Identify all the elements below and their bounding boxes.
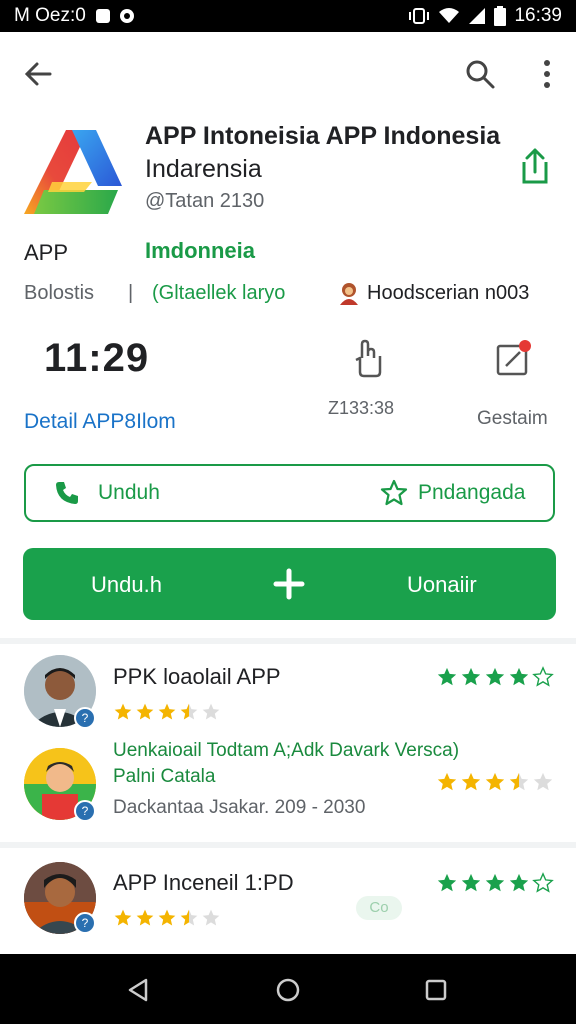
detail-link[interactable]: Detail APP8Ilom [24, 410, 176, 434]
star-filled-icon [461, 873, 481, 892]
app-title: APP Intoneisia APP Indonesia [145, 122, 501, 150]
developer-avatar-icon [340, 283, 358, 305]
section-divider [0, 842, 576, 848]
edit-note-icon[interactable] [494, 338, 534, 380]
meta-separator: | [128, 282, 134, 304]
app-handle: @Tatan 2130 [145, 190, 265, 212]
nav-recents-icon[interactable] [424, 978, 448, 1002]
star-half-icon [509, 772, 529, 791]
rating-stars-small [113, 702, 221, 722]
wifi-icon [439, 8, 460, 23]
review-description: Uenkaioail Todtam A;Adk Davark Versca) [113, 740, 460, 761]
main-button-left-label[interactable]: Undu.h [91, 572, 162, 598]
review-title: PPK loaolail APP [113, 664, 281, 689]
meta-item-1: Bolostis [24, 282, 95, 304]
star-filled-icon [461, 667, 481, 686]
nav-back-icon[interactable] [124, 976, 152, 1004]
review-chip: Co [356, 896, 402, 920]
star-filled-icon [485, 772, 505, 791]
star-empty-icon [533, 772, 553, 791]
more-vert-icon[interactable] [532, 56, 562, 92]
stat-value-1: Z133:38 [328, 398, 395, 418]
meta-item-2[interactable]: (Gltaellek laryo [152, 282, 285, 305]
star-empty-icon [532, 666, 554, 687]
rating-stars-small [113, 908, 221, 928]
review-author: Palni Catala [113, 766, 216, 787]
status-time: 16:39 [514, 5, 562, 26]
app-bar [0, 32, 576, 116]
verified-badge: ? [74, 707, 96, 729]
rating-stars [436, 872, 554, 894]
star-empty-icon [202, 909, 220, 926]
star-filled-icon [461, 772, 481, 791]
star-filled-icon [509, 873, 529, 892]
verified-badge: ? [74, 800, 96, 822]
star-filled-icon [114, 909, 132, 926]
search-icon[interactable] [462, 56, 498, 92]
app-logo-icon [24, 130, 122, 214]
star-empty-icon [202, 703, 220, 720]
stat-label-2: Gestaim [477, 408, 548, 429]
notification-icon [95, 9, 110, 23]
review-date: Dackantaa Jsakar. 209 - 2030 [113, 797, 366, 818]
star-filled-icon [114, 703, 132, 720]
tap-hand-icon [355, 339, 382, 378]
star-filled-icon [158, 703, 176, 720]
phone-icon [56, 482, 78, 504]
star-filled-icon [158, 909, 176, 926]
review-title: APP Inceneil 1:PD [113, 870, 294, 895]
meta-item-3: Hoodscerian n003 [367, 282, 530, 304]
star-filled-icon [485, 667, 505, 686]
outline-action-bar: Unduh Pndangada [24, 464, 555, 522]
star-outline-icon [380, 479, 408, 506]
star-filled-icon [437, 667, 457, 686]
status-left-text: M Oez:0 [14, 5, 86, 26]
download-outline-button[interactable]: Unduh [98, 481, 160, 505]
verified-badge: ? [74, 912, 96, 934]
main-button-right-label[interactable]: Uonaiir [407, 572, 477, 598]
star-filled-icon [136, 703, 154, 720]
star-half-icon [180, 703, 198, 720]
stat-time-value: 11:29 [44, 336, 150, 380]
star-empty-icon [532, 872, 554, 893]
main-install-button[interactable]: Undu.h Uonaiir [23, 548, 556, 620]
nav-home-icon[interactable] [274, 976, 302, 1004]
back-arrow-icon[interactable] [20, 56, 56, 92]
system-nav-bar [0, 954, 576, 1024]
app-label: APP [24, 240, 69, 265]
rating-stars [436, 771, 554, 793]
plus-icon[interactable] [273, 568, 305, 600]
app-subtitle: Indarensia [145, 155, 262, 183]
rating-stars [436, 666, 554, 688]
section-divider [0, 638, 576, 644]
signal-icon [469, 8, 486, 24]
battery-icon [494, 6, 507, 26]
star-filled-icon [136, 909, 154, 926]
star-half-icon [180, 909, 198, 926]
status-bar: M Oez:0 16:39 [0, 0, 576, 32]
star-filled-icon [437, 772, 457, 791]
star-filled-icon [509, 667, 529, 686]
rate-outline-button[interactable]: Pndangada [418, 481, 525, 505]
vibrate-icon [409, 8, 430, 24]
star-filled-icon [437, 873, 457, 892]
record-icon [119, 9, 134, 23]
star-filled-icon [485, 873, 505, 892]
app-category-link[interactable]: Imdonneia [145, 238, 255, 264]
share-icon[interactable] [516, 146, 554, 186]
